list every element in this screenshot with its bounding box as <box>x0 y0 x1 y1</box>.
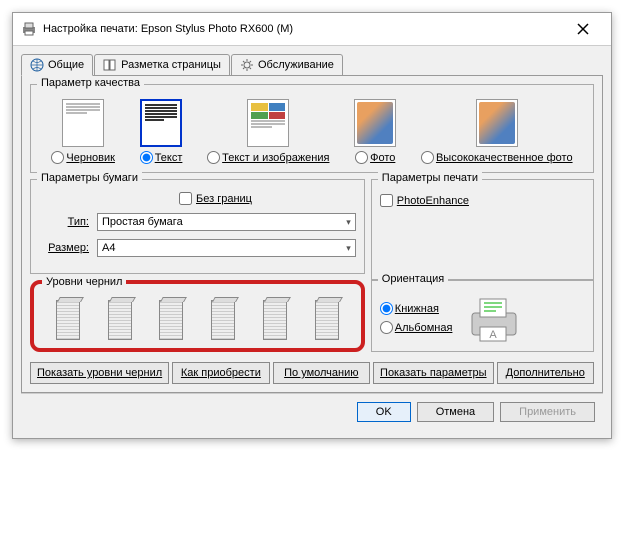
size-label: Размер: <box>39 242 89 254</box>
radio-text-image[interactable] <box>207 151 220 164</box>
tab-panel-general: Параметр качества Черновик Текст Текст и… <box>21 76 603 393</box>
defaults-button[interactable]: По умолчанию <box>273 362 370 384</box>
ink-cartridge <box>315 300 339 340</box>
radio-landscape[interactable] <box>380 321 393 334</box>
show-ink-button[interactable]: Показать уровни чернил <box>30 362 169 384</box>
quality-option-text-image[interactable]: Текст и изображения <box>207 99 329 164</box>
printer-preview-icon: A <box>464 293 524 343</box>
quality-group-title: Параметр качества <box>37 77 144 89</box>
cancel-button[interactable]: Отмена <box>417 402 494 422</box>
ink-cartridge <box>159 300 183 340</box>
quality-group: Параметр качества Черновик Текст Текст и… <box>30 84 594 173</box>
show-params-button[interactable]: Показать параметры <box>373 362 494 384</box>
ink-levels-group: Уровни чернил <box>30 280 365 352</box>
how-buy-button[interactable]: Как приобрести <box>172 362 269 384</box>
ok-button[interactable]: OK <box>357 402 411 422</box>
orientation-title: Ориентация <box>378 273 448 285</box>
ink-levels-title: Уровни чернил <box>42 276 126 288</box>
tab-maintenance[interactable]: Обслуживание <box>231 54 343 75</box>
layout-icon <box>103 58 117 72</box>
radio-portrait[interactable] <box>380 302 393 315</box>
window-title: Настройка печати: Epson Stylus Photo RX6… <box>43 23 563 35</box>
tab-bar: Общие Разметка страницы Обслуживание <box>21 54 603 76</box>
checkbox-photoenhance[interactable] <box>380 194 393 207</box>
ink-cartridge <box>263 300 287 340</box>
radio-text[interactable] <box>140 151 153 164</box>
chevron-down-icon: ▾ <box>346 243 351 254</box>
print-options-group: Параметры печати PhotoEnhance <box>371 179 594 280</box>
titlebar: Настройка печати: Epson Stylus Photo RX6… <box>13 13 611 46</box>
quality-option-best-photo[interactable]: Высококачественное фото <box>421 99 573 164</box>
ink-cartridge <box>211 300 235 340</box>
gear-icon <box>240 58 254 72</box>
tab-layout[interactable]: Разметка страницы <box>94 54 230 75</box>
dialog-content: Общие Разметка страницы Обслуживание Пар… <box>13 46 611 438</box>
close-button[interactable] <box>563 17 603 41</box>
quality-option-text[interactable]: Текст <box>140 99 183 164</box>
ink-cartridge <box>108 300 132 340</box>
paper-group: Параметры бумаги Без границ Тип: Простая… <box>30 179 365 274</box>
radio-draft[interactable] <box>51 151 64 164</box>
radio-best-photo[interactable] <box>421 151 434 164</box>
quality-option-draft[interactable]: Черновик <box>51 99 115 164</box>
chevron-down-icon: ▾ <box>346 217 351 228</box>
borderless-label: Без границ <box>196 193 252 205</box>
quality-option-photo[interactable]: Фото <box>354 99 396 164</box>
type-label: Тип: <box>39 216 89 228</box>
advanced-button[interactable]: Дополнительно <box>497 362 594 384</box>
apply-button[interactable]: Применить <box>500 402 595 422</box>
dialog-buttons: OK Отмена Применить <box>21 393 603 430</box>
tab-general[interactable]: Общие <box>21 54 93 76</box>
print-settings-dialog: Настройка печати: Epson Stylus Photo RX6… <box>12 12 612 439</box>
globe-icon <box>30 58 44 72</box>
svg-text:A: A <box>490 329 498 341</box>
printer-icon <box>21 21 37 37</box>
ink-cartridge <box>56 300 80 340</box>
radio-photo[interactable] <box>355 151 368 164</box>
photoenhance-label: PhotoEnhance <box>397 195 469 207</box>
select-paper-size[interactable]: A4 ▾ <box>97 239 356 257</box>
orientation-group: Ориентация Книжная Альбомная A <box>371 280 594 352</box>
print-options-title: Параметры печати <box>378 172 482 184</box>
action-buttons-row: Показать уровни чернил Как приобрести По… <box>30 362 594 384</box>
select-paper-type[interactable]: Простая бумага ▾ <box>97 213 356 231</box>
paper-group-title: Параметры бумаги <box>37 172 142 184</box>
checkbox-borderless[interactable] <box>179 192 192 205</box>
